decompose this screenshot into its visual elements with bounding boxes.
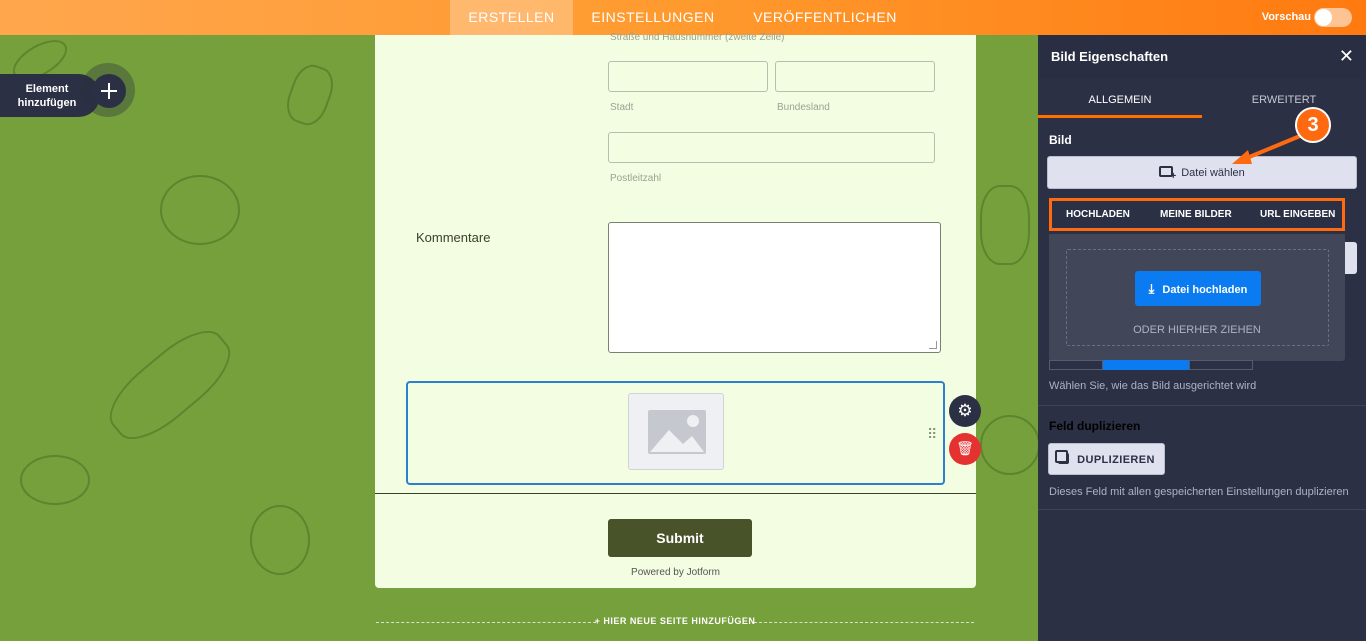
image-section-title: Bild [1049, 133, 1072, 147]
align-right-option[interactable] [1189, 360, 1253, 370]
decorative-doodle [20, 455, 90, 505]
tab-einstellungen[interactable]: EINSTELLUNGEN [583, 0, 723, 35]
panel-title: Bild Eigenschaften [1051, 49, 1169, 64]
upload-button-label: Datei hochladen [1162, 283, 1248, 296]
tab-allgemein[interactable]: ALLGEMEIN [1038, 79, 1202, 118]
upload-source-tabs: HOCHLADEN MEINE BILDER URL EINGEBEN [1049, 198, 1345, 231]
address-line2-sublabel: Straße und Hausnummer (zweite Zeile) [610, 32, 785, 43]
image-alignment-group [1049, 360, 1253, 370]
close-icon[interactable]: ✕ [1339, 46, 1354, 67]
decorative-doodle [980, 185, 1030, 265]
download-icon: ⤓ [1148, 280, 1155, 296]
preview-toggle[interactable] [1314, 8, 1352, 27]
city-sublabel: Stadt [610, 102, 634, 113]
drag-handle-icon[interactable]: ⠿ [927, 426, 937, 443]
submit-button[interactable]: Submit [608, 519, 752, 557]
add-new-page-link[interactable]: + HIER NEUE SEITE HINZUFÜGEN [376, 616, 974, 628]
tab-url-eingeben[interactable]: URL EINGEBEN [1260, 201, 1335, 228]
top-navigation-bar: ERSTELLEN EINSTELLUNGEN VERÖFFENTLICHEN … [0, 0, 1366, 35]
tab-erstellen[interactable]: ERSTELLEN [450, 0, 573, 35]
step-number-badge: 3 [1295, 107, 1331, 143]
plus-button-circle [92, 74, 126, 108]
duplicate-help-text: Dieses Feld mit allen gespeicherten Eins… [1049, 486, 1349, 498]
city-input[interactable] [608, 61, 768, 92]
align-left-option[interactable] [1049, 360, 1103, 370]
section-divider [1038, 509, 1366, 510]
toggle-knob [1315, 9, 1332, 26]
gear-icon[interactable]: ⚙ [949, 395, 981, 427]
add-element-label: Element hinzufügen [17, 83, 77, 109]
align-center-option[interactable] [1103, 360, 1189, 370]
form-divider [375, 493, 976, 494]
decorative-doodle [980, 415, 1038, 475]
zip-input[interactable] [608, 132, 935, 163]
drag-here-label: ODER HIERHER ZIEHEN [1133, 324, 1261, 336]
choose-file-button[interactable]: Datei wählen [1047, 156, 1357, 193]
decorative-doodle [250, 505, 310, 575]
state-sublabel: Bundesland [777, 102, 830, 113]
duplicate-button[interactable]: DUPLIZIEREN [1048, 443, 1165, 475]
tab-veroeffentlichen[interactable]: VERÖFFENTLICHEN [742, 0, 908, 35]
plus-icon [101, 83, 117, 99]
decorative-doodle [280, 59, 340, 131]
duplicate-button-label: DUPLIZIEREN [1077, 453, 1155, 466]
comments-textarea[interactable] [608, 222, 941, 353]
comments-label: Kommentare [416, 230, 491, 245]
add-image-icon [1159, 160, 1176, 193]
zip-sublabel: Postleitzahl [610, 173, 662, 184]
hidden-input-edge [1345, 242, 1357, 274]
duplicate-section-title: Feld duplizieren [1049, 419, 1141, 433]
align-help-text: Wählen Sie, wie das Bild ausgerichtet wi… [1049, 380, 1257, 392]
section-divider [1038, 405, 1366, 406]
upload-dropdown: ⤓ Datei hochladen ODER HIERHER ZIEHEN [1049, 234, 1345, 361]
resize-grip-icon[interactable] [929, 341, 937, 349]
image-icon [648, 410, 706, 454]
add-element-plus-button[interactable] [81, 63, 135, 117]
preview-label: Vorschau [1261, 11, 1311, 23]
upload-file-button[interactable]: ⤓ Datei hochladen [1135, 271, 1261, 306]
powered-by-text: Powered by Jotform [631, 567, 720, 578]
copy-icon [1055, 449, 1070, 464]
state-input[interactable] [775, 61, 935, 92]
decorative-doodle [160, 175, 240, 245]
tab-meine-bilder[interactable]: MEINE BILDER [1160, 201, 1232, 228]
decorative-doodle [97, 317, 243, 453]
image-placeholder[interactable] [628, 393, 724, 470]
panel-header: Bild Eigenschaften ✕ [1038, 35, 1366, 79]
tab-hochladen[interactable]: HOCHLADEN [1066, 201, 1130, 228]
tab-erweitert[interactable]: ERWEITERT [1202, 79, 1366, 118]
trash-icon[interactable]: 🗑 [949, 433, 981, 465]
